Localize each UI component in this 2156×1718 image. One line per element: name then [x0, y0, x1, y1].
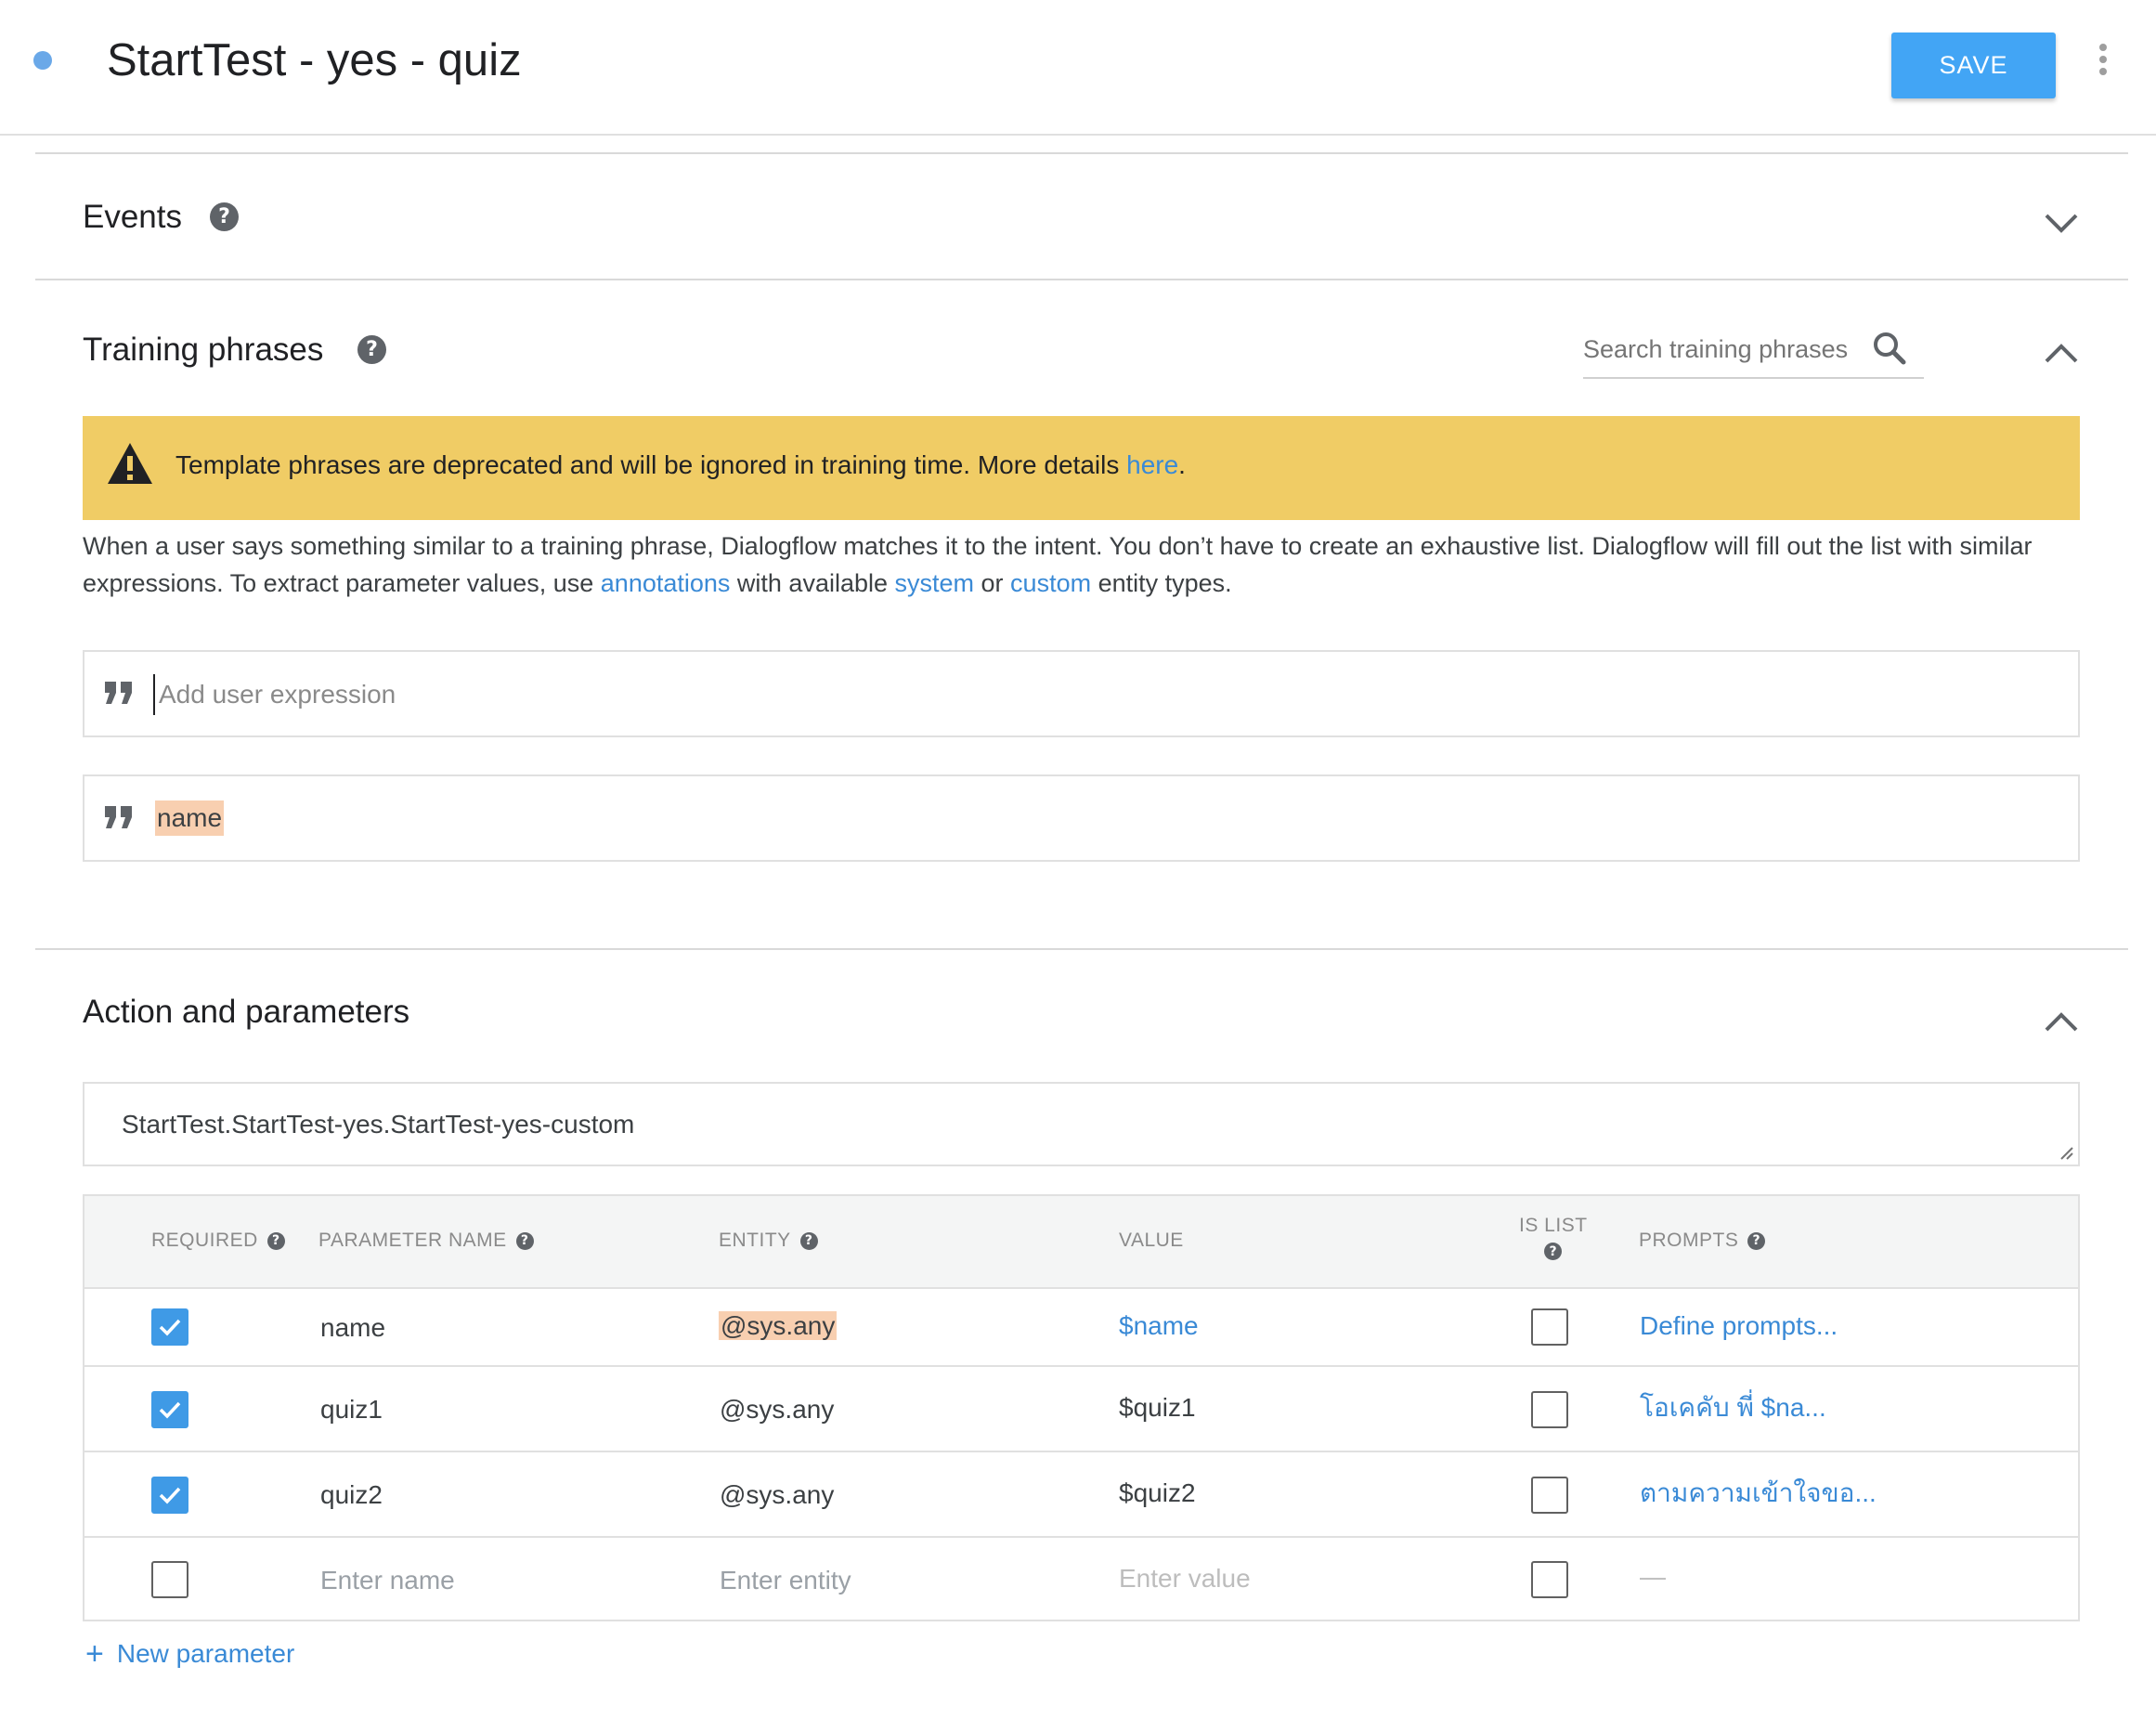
chevron-up-icon[interactable] — [2043, 1008, 2080, 1035]
events-title[interactable]: Events — [83, 197, 182, 238]
table-row-new: Enter name Enter entity Enter value — — [84, 1538, 2078, 1620]
column-is-list: IS LIST? — [1519, 1215, 1588, 1260]
parameter-value-input[interactable]: Enter value — [1119, 1562, 1251, 1595]
parameter-name[interactable]: quiz2 — [320, 1478, 383, 1512]
is-list-checkbox[interactable] — [1531, 1477, 1568, 1514]
parameter-name[interactable]: quiz1 — [320, 1393, 383, 1426]
search-icon[interactable] — [1871, 331, 1908, 368]
warning-text: Template phrases are deprecated and will… — [175, 450, 1186, 479]
column-entity: ENTITY? — [719, 1230, 818, 1252]
new-parameter-label: New parameter — [116, 1639, 295, 1668]
new-parameter-button[interactable]: + New parameter — [85, 1636, 295, 1672]
table-row: name @sys.any $name Define prompts... — [84, 1289, 2078, 1367]
system-link[interactable]: system — [895, 569, 975, 597]
add-user-expression-input[interactable] — [153, 674, 1825, 715]
parameter-entity[interactable]: @sys.any — [719, 1309, 838, 1343]
is-list-checkbox[interactable] — [1531, 1391, 1568, 1428]
deprecation-warning: Template phrases are deprecated and will… — [83, 416, 2080, 520]
parameter-prompts-empty: — — [1640, 1562, 1666, 1591]
entity-help-icon[interactable]: ? — [799, 1231, 818, 1250]
custom-link[interactable]: custom — [1010, 569, 1091, 597]
parameter-name-help-icon[interactable]: ? — [515, 1231, 534, 1250]
divider — [35, 948, 2128, 950]
add-user-expression-box — [83, 650, 2080, 737]
prompts-help-icon[interactable]: ? — [1747, 1231, 1766, 1250]
parameter-value[interactable]: $name — [1119, 1309, 1199, 1343]
table-row: quiz2 @sys.any $quiz2 ตามความเข้าใจขอ... — [84, 1452, 2078, 1538]
table-row: quiz1 @sys.any $quiz1 โอเคคับ พี่ $na... — [84, 1367, 2078, 1452]
parameters-table: REQUIRED? PARAMETER NAME? ENTITY? VALUE … — [83, 1194, 2080, 1621]
action-name-field[interactable]: StartTest.StartTest-yes.StartTest-yes-cu… — [83, 1082, 2080, 1166]
required-help-icon[interactable]: ? — [266, 1231, 285, 1250]
training-phrases-title[interactable]: Training phrases — [83, 330, 323, 371]
required-checkbox[interactable] — [151, 1308, 188, 1346]
chevron-down-icon[interactable] — [2043, 210, 2080, 238]
warning-here-link[interactable]: here — [1126, 450, 1178, 479]
annotations-link[interactable]: annotations — [601, 569, 731, 597]
action-parameters-title[interactable]: Action and parameters — [83, 992, 409, 1033]
parameters-table-header: REQUIRED? PARAMETER NAME? ENTITY? VALUE … — [84, 1196, 2078, 1289]
training-phrase-row[interactable]: name — [83, 774, 2080, 862]
parameter-prompts[interactable]: ตามความเข้าใจขอ... — [1640, 1477, 1877, 1510]
more-vert-icon[interactable] — [2098, 44, 2109, 75]
parameter-value[interactable]: $quiz2 — [1119, 1477, 1196, 1510]
intent-title[interactable]: StartTest - yes - quiz — [107, 28, 522, 93]
divider — [35, 152, 2128, 154]
training-description: When a user says something similar to a … — [83, 532, 2033, 597]
training-help-icon[interactable]: ? — [357, 335, 386, 364]
quote-icon — [105, 682, 132, 704]
required-checkbox[interactable] — [151, 1477, 188, 1514]
training-phrase-annotation[interactable]: name — [155, 800, 225, 836]
parameter-value[interactable]: $quiz1 — [1119, 1391, 1196, 1425]
parameter-prompts[interactable]: Define prompts... — [1640, 1309, 1838, 1343]
intent-status-dot — [33, 51, 52, 70]
column-required: REQUIRED? — [151, 1230, 285, 1252]
parameter-name[interactable]: name — [320, 1311, 385, 1345]
intent-header: StartTest - yes - quiz SAVE — [0, 0, 2156, 136]
is-list-help-icon[interactable]: ? — [1544, 1243, 1563, 1260]
column-parameter-name: PARAMETER NAME? — [318, 1230, 534, 1252]
search-training-phrases-input[interactable] — [1583, 331, 1862, 368]
plus-icon: + — [85, 1636, 104, 1672]
action-name-value: StartTest.StartTest-yes.StartTest-yes-cu… — [122, 1110, 635, 1139]
parameter-entity-input[interactable]: Enter entity — [720, 1564, 851, 1597]
search-training-phrases — [1583, 325, 1924, 379]
divider — [35, 279, 2128, 280]
column-value: VALUE — [1119, 1230, 1184, 1251]
warning-icon — [108, 443, 152, 484]
is-list-checkbox[interactable] — [1531, 1308, 1568, 1346]
resize-grip-icon[interactable] — [2059, 1146, 2074, 1161]
parameter-prompts[interactable]: โอเคคับ พี่ $na... — [1640, 1391, 1826, 1425]
quote-icon — [105, 806, 132, 828]
parameter-entity[interactable]: @sys.any — [720, 1393, 834, 1426]
is-list-checkbox[interactable] — [1531, 1561, 1568, 1598]
parameter-name-input[interactable]: Enter name — [320, 1564, 455, 1597]
chevron-up-icon[interactable] — [2043, 339, 2080, 367]
column-prompts: PROMPTS? — [1639, 1230, 1766, 1252]
parameter-entity[interactable]: @sys.any — [720, 1478, 834, 1512]
required-checkbox[interactable] — [151, 1391, 188, 1428]
save-button[interactable]: SAVE — [1891, 33, 2056, 98]
required-checkbox[interactable] — [151, 1561, 188, 1598]
events-help-icon[interactable]: ? — [210, 202, 239, 231]
